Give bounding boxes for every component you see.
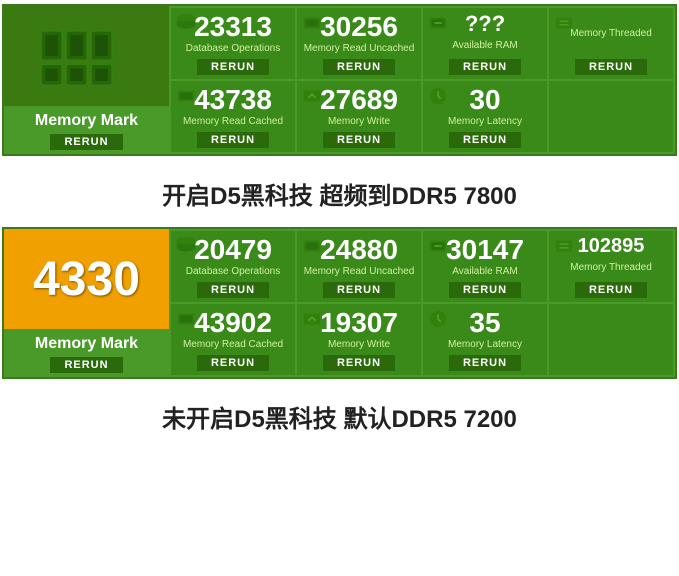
mem-read-cached-rerun-bottom[interactable]: RERUN xyxy=(197,355,269,371)
metric-cell-available-ram-bottom: 30147 Available RAM RERUN xyxy=(423,231,547,302)
available-ram-icon-bottom xyxy=(427,235,449,257)
top-benchmark-panel: Memory Mark RERUN 23313 Database Operati… xyxy=(2,4,677,156)
metric-cell-mem-read-cached-bottom: 43902 Memory Read Cached RERUN xyxy=(171,304,295,375)
mem-read-cached-label-bottom: Memory Read Cached xyxy=(183,339,283,351)
separator1-text: 开启D5黑科技 超频到DDR5 7800 xyxy=(162,183,517,210)
memory-chips-icon xyxy=(37,21,137,91)
metric-cell-available-ram-top: ??? Available RAM RERUN xyxy=(423,8,547,79)
mem-latency-icon-bottom xyxy=(427,308,449,330)
metric-cell-mem-read-uncached-bottom: 24880 Memory Read Uncached RERUN xyxy=(297,231,421,302)
mem-threaded-label-bottom: Memory Threaded xyxy=(570,262,652,274)
db-ops-rerun-top[interactable]: RERUN xyxy=(197,59,269,75)
top-score-block xyxy=(4,6,169,106)
mem-latency-label-top: Memory Latency xyxy=(448,116,522,128)
metric-cell-mem-read-cached-top: 43738 Memory Read Cached RERUN xyxy=(171,81,295,152)
mem-threaded-rerun-bottom[interactable]: RERUN xyxy=(575,282,647,298)
mem-read-cached-value-bottom: 43902 xyxy=(194,308,272,339)
db-ops-rerun-bottom[interactable]: RERUN xyxy=(197,282,269,298)
metric-cell-db-ops-bottom: 20479 Database Operations RERUN xyxy=(171,231,295,302)
mem-threaded-icon-top xyxy=(553,12,575,34)
metric-cell-db-ops-top: 23313 Database Operations RERUN xyxy=(171,8,295,79)
mem-write-value-top: 27689 xyxy=(320,85,398,116)
mem-latency-value-top: 30 xyxy=(469,85,500,116)
mem-latency-icon-top xyxy=(427,85,449,107)
mem-threaded-label-top: Memory Threaded xyxy=(570,28,652,40)
mem-read-uncached-label-top: Memory Read Uncached xyxy=(304,43,415,55)
db-icon-bottom xyxy=(175,235,197,257)
mem-latency-value-bottom: 35 xyxy=(469,308,500,339)
separator2-text: 未开启D5黑科技 默认DDR5 7200 xyxy=(162,406,517,433)
metric-cell-mem-latency-bottom: 35 Memory Latency RERUN xyxy=(423,304,547,375)
mem-read-cached-rerun-top[interactable]: RERUN xyxy=(197,132,269,148)
mem-latency-label-bottom: Memory Latency xyxy=(448,339,522,351)
available-ram-label-top: Available RAM xyxy=(452,40,517,52)
metric-cell-empty-bottom xyxy=(549,304,673,375)
separator2: 未开启D5黑科技 默认DDR5 7200 xyxy=(0,383,679,446)
db-icon xyxy=(175,12,197,34)
db-ops-label-top: Database Operations xyxy=(186,43,281,55)
separator1: 开启D5黑科技 超频到DDR5 7800 xyxy=(0,160,679,223)
mem-read-uncached-value-bottom: 24880 xyxy=(320,235,398,266)
bottom-score-block: 4330 xyxy=(4,229,169,329)
bottom-memory-mark-label: Memory Mark xyxy=(35,335,138,353)
mem-write-label-top: Memory Write xyxy=(328,116,390,128)
mem-read-cached-label-top: Memory Read Cached xyxy=(183,116,283,128)
mem-threaded-value-bottom: 102895 xyxy=(578,235,645,257)
mem-write-rerun-top[interactable]: RERUN xyxy=(323,132,395,148)
top-left-panel: Memory Mark RERUN xyxy=(4,6,169,154)
available-ram-rerun-top[interactable]: RERUN xyxy=(449,59,521,75)
bottom-left-panel: 4330 Memory Mark RERUN xyxy=(4,229,169,377)
metric-cell-mem-latency-top: 30 Memory Latency RERUN xyxy=(423,81,547,152)
mem-read-cached-value-top: 43738 xyxy=(194,85,272,116)
db-ops-label-bottom: Database Operations xyxy=(186,266,281,278)
available-ram-value-bottom: 30147 xyxy=(446,235,524,266)
metric-cell-mem-read-uncached-top: 30256 Memory Read Uncached RERUN xyxy=(297,8,421,79)
mem-write-label-bottom: Memory Write xyxy=(328,339,390,351)
available-ram-value-top: ??? xyxy=(465,12,505,36)
mem-read-cached-icon-top xyxy=(175,85,197,107)
bottom-benchmark-panel: 4330 Memory Mark RERUN 20479 Database Op… xyxy=(2,227,677,379)
metric-cell-empty-top xyxy=(549,81,673,152)
mem-read-cached-icon-bottom xyxy=(175,308,197,330)
top-memory-mark-block: Memory Mark RERUN xyxy=(4,106,169,154)
bottom-metrics-grid: 20479 Database Operations RERUN 24880 Me… xyxy=(169,229,675,377)
db-ops-value-bottom: 20479 xyxy=(194,235,272,266)
bottom-memory-mark-block: Memory Mark RERUN xyxy=(4,329,169,377)
mem-read-uncached-rerun-bottom[interactable]: RERUN xyxy=(323,282,395,298)
mem-read-uncached-label-bottom: Memory Read Uncached xyxy=(304,266,415,278)
mem-read-uncached-rerun-top[interactable]: RERUN xyxy=(323,59,395,75)
bottom-score-value: 4330 xyxy=(33,252,140,307)
metric-cell-mem-threaded-bottom: 102895 Memory Threaded RERUN xyxy=(549,231,673,302)
mem-read-uncached-value-top: 30256 xyxy=(320,12,398,43)
mem-write-value-bottom: 19307 xyxy=(320,308,398,339)
metric-cell-mem-write-bottom: 19307 Memory Write RERUN xyxy=(297,304,421,375)
mem-latency-rerun-top[interactable]: RERUN xyxy=(449,132,521,148)
top-memory-mark-label: Memory Mark xyxy=(35,112,138,130)
available-ram-icon-top xyxy=(427,12,449,34)
metric-cell-mem-write-top: 27689 Memory Write RERUN xyxy=(297,81,421,152)
top-rerun-button[interactable]: RERUN xyxy=(50,134,122,150)
mem-write-icon-top xyxy=(301,85,323,107)
mem-read-uncached-icon xyxy=(301,12,323,34)
mem-write-icon-bottom xyxy=(301,308,323,330)
mem-threaded-rerun-top[interactable]: RERUN xyxy=(575,59,647,75)
mem-read-uncached-icon-bottom xyxy=(301,235,323,257)
available-ram-label-bottom: Available RAM xyxy=(452,266,517,278)
metric-cell-mem-threaded-top: Memory Threaded RERUN xyxy=(549,8,673,79)
mem-write-rerun-bottom[interactable]: RERUN xyxy=(323,355,395,371)
mem-latency-rerun-bottom[interactable]: RERUN xyxy=(449,355,521,371)
db-ops-value-top: 23313 xyxy=(194,12,272,43)
bottom-rerun-button[interactable]: RERUN xyxy=(50,357,122,373)
top-metrics-grid: 23313 Database Operations RERUN 30256 Me… xyxy=(169,6,675,154)
mem-threaded-icon-bottom xyxy=(553,235,575,257)
available-ram-rerun-bottom[interactable]: RERUN xyxy=(449,282,521,298)
